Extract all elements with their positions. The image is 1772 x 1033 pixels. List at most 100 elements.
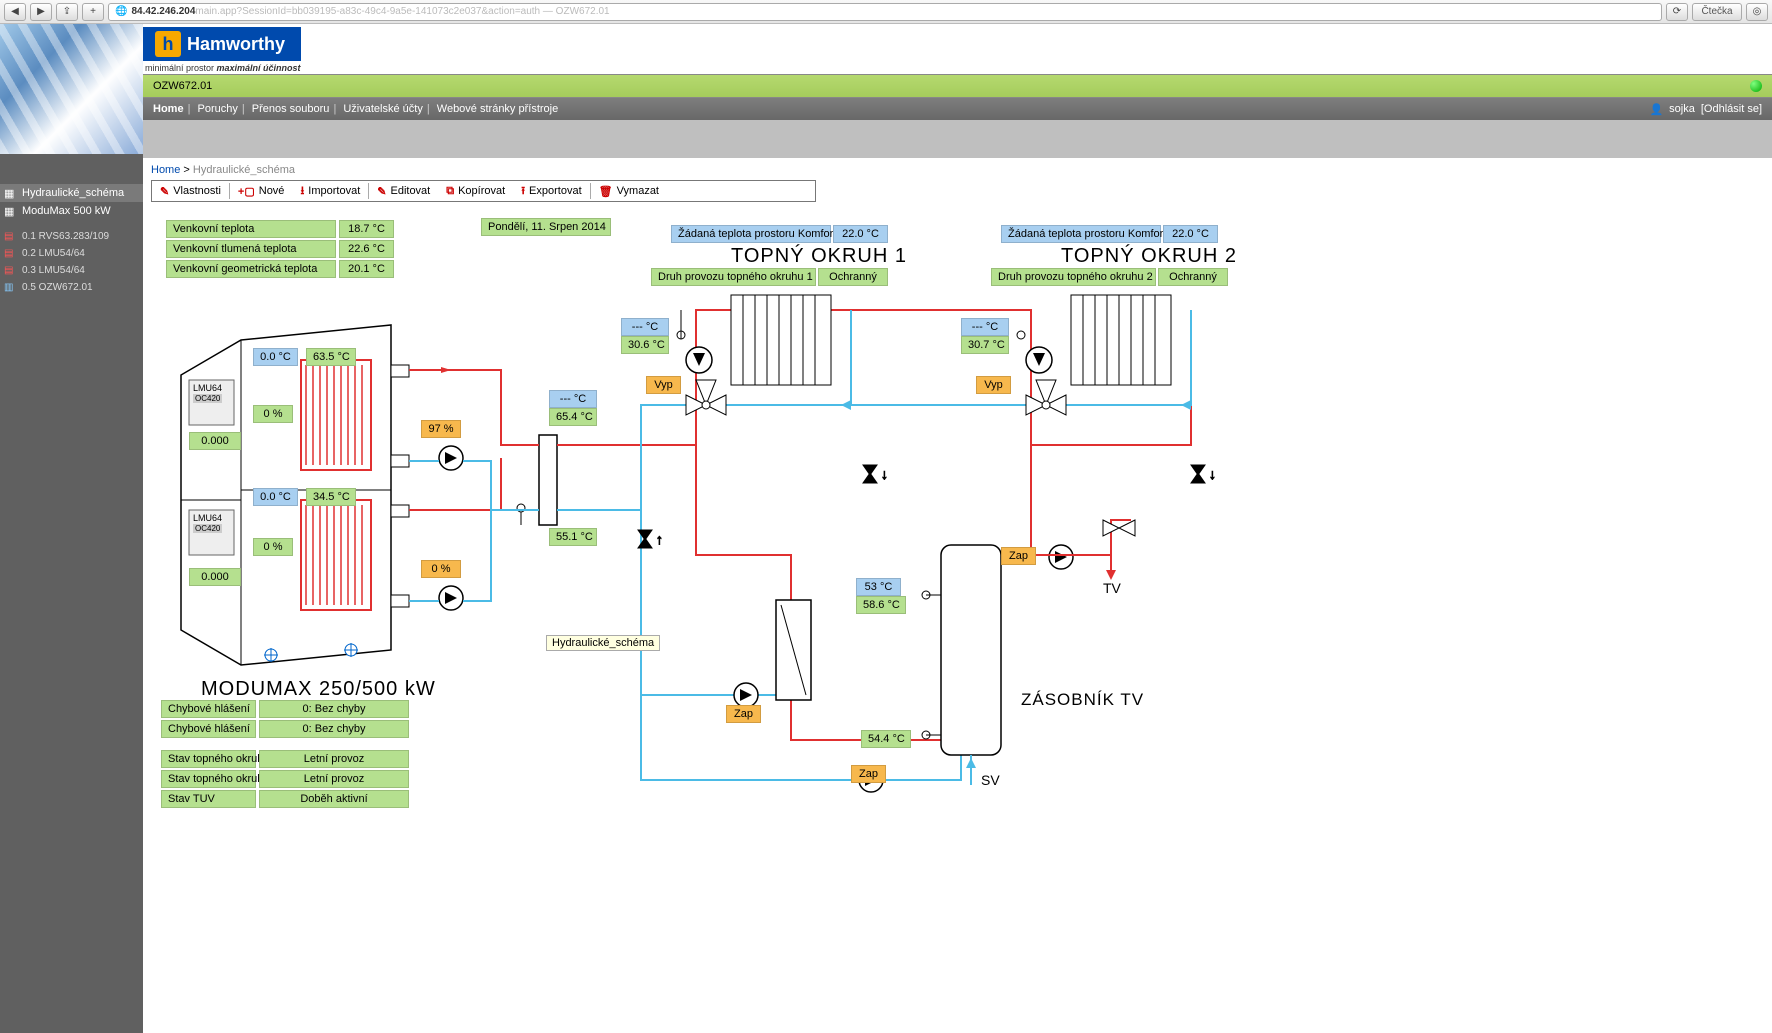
piping-svg: ↓ ↓: [151, 210, 1431, 930]
c1-pump: Vyp: [646, 376, 681, 394]
pump2-pct: 0 %: [421, 560, 461, 578]
menu-file[interactable]: Přenos souboru: [252, 103, 330, 115]
menu-users[interactable]: Uživatelské účty: [343, 103, 422, 115]
reader-button[interactable]: Čtečka: [1692, 3, 1742, 21]
plus-icon: +▢: [238, 185, 255, 198]
err1-label: Chybové hlášení: [161, 700, 256, 718]
c2-tblue: --- °C: [961, 318, 1009, 336]
reload-button[interactable]: ⟳: [1666, 3, 1688, 21]
wrench-icon: ✎: [160, 185, 169, 198]
sidebar-device-0[interactable]: ▤ 0.1 RVS63.283/109: [0, 228, 143, 245]
sidebar-device-1[interactable]: ▤ 0.2 LMU54/64: [0, 245, 143, 262]
tb-import[interactable]: ⭳Importovat: [292, 182, 368, 201]
forward-button[interactable]: ▶: [30, 3, 52, 21]
breadcrumb-home[interactable]: Home: [151, 164, 180, 176]
menu-home[interactable]: Home: [153, 103, 184, 115]
menu-faults[interactable]: Poruchy: [197, 103, 237, 115]
status-led-icon: [1750, 80, 1762, 92]
tb-export[interactable]: ⭱Exportovat: [513, 182, 589, 201]
pump1-pct: 97 %: [421, 420, 461, 438]
tooltip: Hydraulické_schéma: [546, 635, 660, 651]
tuv-val: Doběh aktivní: [259, 790, 409, 808]
device-icon: ▤: [4, 231, 18, 243]
url-bar[interactable]: 🌐 84.42.246.204 main.app?SessionId=bb039…: [108, 3, 1662, 21]
url-host: 84.42.246.204: [131, 6, 195, 17]
err2-label: Chybové hlášení: [161, 720, 256, 738]
s1-val: Letní provoz: [259, 750, 409, 768]
sidebar-item-modumax[interactable]: ▦ ModuMax 500 kW: [0, 202, 143, 220]
svg-text:↓: ↓: [1209, 466, 1216, 482]
browser-toolbar: ◀ ▶ ⇪ + 🌐 84.42.246.204 main.app?Session…: [0, 0, 1772, 24]
user-icon: 👤: [1649, 103, 1663, 116]
brand-tagline: minimální prostor maximální účinnost: [143, 61, 301, 73]
s2-label: Stav topného okruhu 2: [161, 770, 256, 788]
trash-icon: 🗑: [599, 185, 613, 198]
device-icon: ▤: [4, 265, 18, 277]
b2-val: 0.000: [189, 568, 241, 586]
brand-logo: h Hamworthy: [143, 27, 301, 61]
dhw-zap2: Zap: [851, 765, 886, 783]
hydraulic-diagram: Venkovní teplota 18.7 °C Venkovní tlumen…: [151, 210, 1431, 930]
main-panel: h Hamworthy minimální prostor maximální …: [143, 24, 1772, 1033]
share-button[interactable]: ⇪: [56, 3, 78, 21]
err2-val: 0: Bez chyby: [259, 720, 409, 738]
err1-val: 0: Bez chyby: [259, 700, 409, 718]
export-icon: ⭱: [521, 182, 525, 201]
b2-pct: 0 %: [253, 538, 293, 556]
svg-text:↓: ↓: [881, 466, 888, 482]
schema-icon: ▦: [4, 187, 18, 199]
toolbar: ✎Vlastnosti +▢Nové ⭳Importovat ✎Editovat…: [151, 180, 816, 202]
breadcrumb: Home > Hydraulické_schéma: [151, 164, 1764, 176]
c2-tgreen: 30.7 °C: [961, 336, 1009, 354]
tb-new[interactable]: +▢Nové: [230, 185, 293, 198]
copy-icon: ⧉: [446, 185, 454, 198]
tv-label: TV: [1103, 580, 1121, 596]
b1-module: LMU64: [193, 383, 222, 393]
edit-icon: ✎: [377, 185, 386, 198]
back-button[interactable]: ◀: [4, 3, 26, 21]
b2-tin: 0.0 °C: [253, 488, 298, 506]
menu-button[interactable]: ◎: [1746, 3, 1768, 21]
c2-pump: Vyp: [976, 376, 1011, 394]
sidebar: ▦ Hydraulické_schéma ▦ ModuMax 500 kW ▤ …: [0, 24, 143, 1033]
tb-edit[interactable]: ✎Editovat: [369, 185, 438, 198]
dhw-zap3: Zap: [1001, 547, 1036, 565]
b1-tin: 0.0 °C: [253, 348, 298, 366]
device-bar: OZW672.01: [143, 74, 1772, 98]
dhw-zap1: Zap: [726, 705, 761, 723]
logout-link[interactable]: [Odhlásit se]: [1701, 103, 1762, 115]
brand-bar: h Hamworthy minimální prostor maximální …: [143, 24, 1772, 74]
b1-pct: 0 %: [253, 405, 293, 423]
url-path: main.app?SessionId=bb039195-a83c-49c4-9a…: [195, 6, 609, 17]
menu-bar: Home| Poruchy| Přenos souboru| Uživatels…: [143, 98, 1772, 120]
b2-code: OC420: [193, 524, 222, 533]
b1-code: OC420: [193, 394, 222, 403]
sv-label: SV: [981, 772, 1000, 788]
c1-tblue: --- °C: [621, 318, 669, 336]
b2-tout: 34.5 °C: [306, 488, 356, 506]
coll-tgreen: 65.4 °C: [549, 408, 597, 426]
tb-copy[interactable]: ⧉Kopírovat: [438, 185, 513, 198]
s2-val: Letní provoz: [259, 770, 409, 788]
import-icon: ⭳: [300, 182, 304, 201]
b2-module: LMU64: [193, 513, 222, 523]
breadcrumb-current: Hydraulické_schéma: [193, 164, 295, 176]
menu-web[interactable]: Webové stránky přístroje: [437, 103, 558, 115]
boiler-title: MODUMAX 250/500 kW: [201, 678, 436, 701]
b1-tout: 63.5 °C: [306, 348, 356, 366]
sidebar-device-3[interactable]: ▥ 0.5 OZW672.01: [0, 279, 143, 296]
tb-delete[interactable]: 🗑Vymazat: [591, 185, 667, 198]
add-button[interactable]: +: [82, 3, 104, 21]
coll-tbot: 55.1 °C: [549, 528, 597, 546]
sidebar-image: [0, 24, 143, 154]
coll-tblue: --- °C: [549, 390, 597, 408]
user-name: sojka: [1669, 103, 1695, 115]
dhw-tout: 54.4 °C: [861, 730, 911, 748]
sidebar-device-2[interactable]: ▤ 0.3 LMU54/64: [0, 262, 143, 279]
device-icon: ▥: [4, 282, 18, 294]
b1-val: 0.000: [189, 432, 241, 450]
device-icon: ▦: [4, 205, 18, 217]
sidebar-item-schema[interactable]: ▦ Hydraulické_schéma: [0, 184, 143, 202]
device-title: OZW672.01: [153, 80, 212, 92]
tb-properties[interactable]: ✎Vlastnosti: [152, 185, 229, 198]
